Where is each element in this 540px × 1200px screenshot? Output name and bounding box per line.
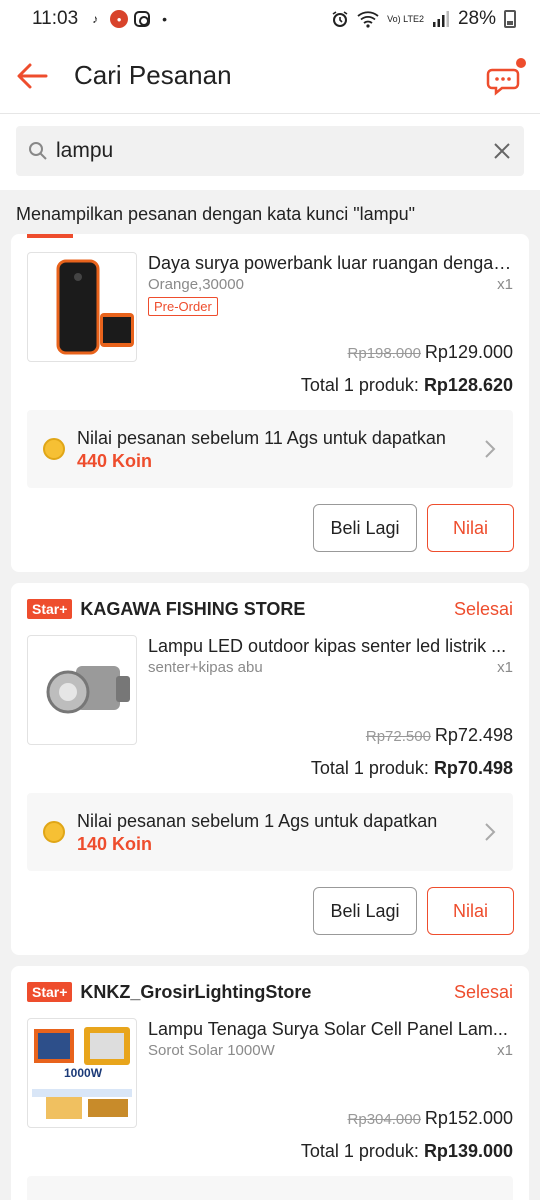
order-card[interactable]: Star+ KAGAWA FISHING STORE Selesai Lampu… — [11, 583, 529, 955]
product-row[interactable]: 1000W Lampu Tenaga Surya Solar Cell Pane… — [27, 1018, 513, 1128]
signal-icon — [432, 11, 449, 27]
back-arrow-icon — [17, 63, 48, 88]
store-name: KAGAWA FISHING STORE — [80, 598, 306, 619]
coin-reward-banner[interactable] — [27, 1176, 513, 1200]
product-thumbnail: 1000W — [27, 1018, 137, 1128]
rate-button[interactable]: Nilai — [427, 504, 514, 552]
product-quantity: x1 — [497, 659, 513, 676]
original-price: Rp72.500 — [365, 728, 431, 745]
discounted-price: Rp129.000 — [424, 342, 513, 362]
product-thumbnail — [27, 252, 137, 362]
network-label: Vo) LTE2 — [387, 13, 424, 24]
product-quantity: x1 — [497, 276, 513, 293]
order-total: Total 1 produk: Rp139.000 — [11, 1132, 529, 1170]
original-price: Rp304.000 — [347, 1111, 421, 1128]
order-card[interactable]: Star+ KNKZ_GrosirLightingStore Selesai 1… — [11, 966, 529, 1200]
thumbnail-label: 1000W — [64, 1066, 103, 1080]
product-name: Daya surya powerbank luar ruangan dengan… — [148, 253, 514, 273]
star-plus-badge: Star+ — [27, 982, 73, 1002]
top-app-bar: Cari Pesanan — [0, 38, 540, 114]
wifi-icon — [357, 11, 379, 28]
order-actions: Beli Lagi Nilai — [11, 871, 529, 955]
product-row[interactable]: Lampu LED outdoor kipas senter led listr… — [27, 635, 513, 745]
shop-app-icon: ● — [110, 10, 129, 28]
more-notifications-icon: • — [162, 11, 168, 27]
card-accent — [27, 234, 73, 238]
order-total: Total 1 produk: Rp70.498 — [11, 749, 529, 787]
total-label: Total 1 produk: — [310, 758, 429, 778]
chat-notification-dot — [516, 58, 526, 68]
coin-reward-banner[interactable]: Nilai pesanan sebelum 11 Ags untuk dapat… — [27, 410, 513, 488]
total-label: Total 1 produk: — [300, 1141, 419, 1161]
battery-icon — [504, 10, 516, 28]
chat-icon — [486, 68, 520, 96]
page-title: Cari Pesanan — [74, 60, 232, 90]
rate-button[interactable]: Nilai — [427, 887, 514, 935]
order-status: Selesai — [453, 981, 513, 1002]
chat-button[interactable] — [486, 58, 526, 98]
buy-again-button[interactable]: Beli Lagi — [313, 887, 417, 935]
coin-reward-text: Nilai pesanan sebelum 11 Ags untuk dapat… — [77, 428, 446, 448]
product-row[interactable]: Daya surya powerbank luar ruangan dengan… — [27, 252, 514, 363]
order-total: Total 1 produk: Rp128.620 — [11, 366, 529, 404]
coin-icon — [43, 438, 65, 460]
tiktok-icon: ♪ — [92, 12, 99, 26]
total-value: Rp70.498 — [433, 758, 513, 778]
coin-icon — [43, 821, 65, 843]
original-price: Rp198.000 — [347, 345, 421, 362]
order-status: Selesai — [453, 598, 513, 619]
price-group: Rp72.500 Rp72.498 — [366, 725, 513, 746]
coin-amount: 440 Koin — [77, 451, 153, 471]
clear-search-icon[interactable] — [492, 141, 512, 161]
instagram-icon — [134, 11, 151, 27]
coin-reward-text: Nilai pesanan sebelum 1 Ags untuk dapatk… — [77, 811, 438, 831]
order-actions: Beli Lagi Nilai — [11, 488, 529, 572]
store-header[interactable]: Star+ KAGAWA FISHING STORE Selesai — [11, 583, 529, 635]
product-variation: Orange,30000 — [148, 276, 244, 293]
back-button[interactable] — [0, 38, 64, 114]
status-time: 11:03 — [32, 8, 79, 29]
search-bar: lampu — [0, 114, 540, 190]
search-icon — [29, 142, 47, 160]
coin-reward-banner[interactable]: Nilai pesanan sebelum 1 Ags untuk dapatk… — [27, 793, 513, 871]
search-input[interactable]: lampu — [16, 126, 524, 176]
product-quantity: x1 — [497, 1042, 513, 1059]
preorder-tag: Pre-Order — [148, 297, 218, 316]
buy-again-button[interactable]: Beli Lagi — [313, 504, 417, 552]
store-header[interactable]: Star+ KNKZ_GrosirLightingStore Selesai — [11, 966, 529, 1018]
discounted-price: Rp152.000 — [424, 1108, 513, 1128]
product-name: Lampu LED outdoor kipas senter led listr… — [148, 636, 507, 656]
status-bar: 11:03 ♪ ● • Vo) LTE2 28% — [0, 0, 540, 38]
total-value: Rp139.000 — [423, 1141, 513, 1161]
chevron-right-icon — [485, 440, 496, 458]
notification-icons: ♪ ● • — [86, 10, 167, 28]
battery-percent: 28% — [457, 8, 496, 29]
search-value: lampu — [56, 139, 114, 162]
order-card[interactable]: Daya surya powerbank luar ruangan dengan… — [11, 234, 529, 572]
total-value: Rp128.620 — [423, 375, 513, 395]
store-name: KNKZ_GrosirLightingStore — [80, 981, 312, 1002]
product-thumbnail — [27, 635, 137, 745]
product-name: Lampu Tenaga Surya Solar Cell Panel Lam.… — [148, 1019, 508, 1039]
product-variation: senter+kipas abu — [148, 659, 263, 676]
product-variation: Sorot Solar 1000W — [148, 1042, 275, 1059]
price-group: Rp304.000 Rp152.000 — [348, 1108, 513, 1129]
result-note: Menampilkan pesanan dengan kata kunci "l… — [16, 204, 416, 224]
coin-amount: 140 Koin — [77, 834, 153, 854]
discounted-price: Rp72.498 — [434, 725, 513, 745]
star-plus-badge: Star+ — [27, 599, 73, 619]
alarm-icon — [332, 11, 348, 27]
chevron-right-icon — [485, 823, 496, 841]
total-label: Total 1 produk: — [300, 375, 419, 395]
price-group: Rp198.000 Rp129.000 — [348, 342, 513, 363]
